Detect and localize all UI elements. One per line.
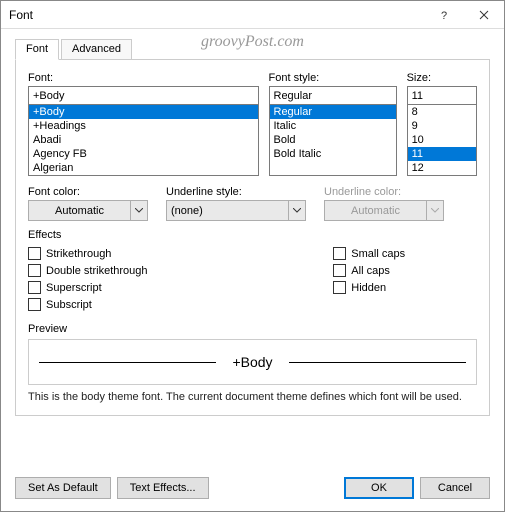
ok-button[interactable]: OK: [344, 477, 414, 499]
list-item[interactable]: Bold Italic: [270, 147, 396, 161]
checkbox-label: Strikethrough: [46, 248, 111, 260]
superscript-checkbox[interactable]: Superscript: [28, 281, 233, 294]
checkbox-label: Hidden: [351, 282, 386, 294]
underline-color-value: Automatic: [325, 205, 426, 217]
checkbox-label: Small caps: [351, 248, 405, 260]
underline-style-dropdown[interactable]: (none): [166, 200, 306, 221]
help-button[interactable]: ?: [424, 1, 464, 29]
font-listbox[interactable]: +Body +Headings Abadi Agency FB Algerian: [28, 104, 259, 176]
underline-color-dropdown: Automatic: [324, 200, 444, 221]
all-caps-checkbox[interactable]: All caps: [333, 264, 477, 277]
checkbox-icon: [333, 247, 346, 260]
preview-line-left: [39, 362, 216, 363]
font-style-input[interactable]: [269, 86, 397, 105]
chevron-down-icon: [130, 201, 147, 220]
effects-group: Strikethrough Double strikethrough Super…: [28, 245, 477, 313]
font-style-label: Font style:: [269, 72, 397, 84]
hidden-checkbox[interactable]: Hidden: [333, 281, 477, 294]
checkbox-label: All caps: [351, 265, 390, 277]
close-icon: [479, 10, 489, 20]
svg-text:?: ?: [441, 10, 447, 20]
chevron-down-icon: [426, 201, 443, 220]
list-item[interactable]: Abadi: [29, 133, 258, 147]
list-item[interactable]: Agency FB: [29, 147, 258, 161]
font-style-listbox[interactable]: Regular Italic Bold Bold Italic: [269, 104, 397, 176]
dialog-footer: Set As Default Text Effects... OK Cancel: [15, 477, 490, 499]
checkbox-label: Superscript: [46, 282, 102, 294]
list-item[interactable]: +Body: [29, 105, 258, 119]
underline-color-label: Underline color:: [324, 186, 444, 198]
font-color-value: Automatic: [29, 205, 130, 217]
checkbox-icon: [333, 264, 346, 277]
checkbox-label: Double strikethrough: [46, 265, 148, 277]
list-item[interactable]: Italic: [270, 119, 396, 133]
cancel-button[interactable]: Cancel: [420, 477, 490, 499]
tab-strip: Font Advanced: [15, 39, 504, 60]
tab-advanced[interactable]: Advanced: [61, 39, 132, 60]
preview-text: +Body: [232, 354, 272, 370]
list-item[interactable]: Algerian: [29, 161, 258, 175]
titlebar: Font ?: [1, 1, 504, 29]
dialog-title: Font: [9, 8, 424, 22]
set-default-button[interactable]: Set As Default: [15, 477, 111, 499]
checkbox-label: Subscript: [46, 299, 92, 311]
chevron-down-icon: [288, 201, 305, 220]
effects-group-label: Effects: [28, 229, 477, 241]
checkbox-icon: [28, 298, 41, 311]
double-strikethrough-checkbox[interactable]: Double strikethrough: [28, 264, 233, 277]
list-item[interactable]: 11: [408, 147, 476, 161]
list-item[interactable]: 12: [408, 161, 476, 175]
font-color-dropdown[interactable]: Automatic: [28, 200, 148, 221]
font-input[interactable]: [28, 86, 259, 105]
size-input[interactable]: [407, 86, 477, 105]
strikethrough-checkbox[interactable]: Strikethrough: [28, 247, 233, 260]
checkbox-icon: [28, 264, 41, 277]
font-label: Font:: [28, 72, 259, 84]
underline-style-label: Underline style:: [166, 186, 306, 198]
font-color-label: Font color:: [28, 186, 148, 198]
preview-group-label: Preview: [28, 323, 477, 335]
font-tab-panel: Font: +Body +Headings Abadi Agency FB Al…: [15, 59, 490, 416]
underline-style-value: (none): [167, 205, 288, 217]
list-item[interactable]: +Headings: [29, 119, 258, 133]
font-dialog: Font ? groovyPost.com Font Advanced Font…: [0, 0, 505, 512]
size-listbox[interactable]: 8 9 10 11 12: [407, 104, 477, 176]
preview-box: +Body: [28, 339, 477, 385]
tab-font[interactable]: Font: [15, 39, 59, 60]
list-item[interactable]: 9: [408, 119, 476, 133]
preview-note: This is the body theme font. The current…: [28, 391, 477, 403]
preview-line-right: [289, 362, 466, 363]
size-label: Size:: [407, 72, 477, 84]
list-item[interactable]: 10: [408, 133, 476, 147]
subscript-checkbox[interactable]: Subscript: [28, 298, 233, 311]
close-button[interactable]: [464, 1, 504, 29]
checkbox-icon: [28, 247, 41, 260]
list-item[interactable]: 8: [408, 105, 476, 119]
help-icon: ?: [439, 10, 449, 20]
text-effects-button[interactable]: Text Effects...: [117, 477, 209, 499]
small-caps-checkbox[interactable]: Small caps: [333, 247, 477, 260]
checkbox-icon: [28, 281, 41, 294]
checkbox-icon: [333, 281, 346, 294]
list-item[interactable]: Bold: [270, 133, 396, 147]
list-item[interactable]: Regular: [270, 105, 396, 119]
